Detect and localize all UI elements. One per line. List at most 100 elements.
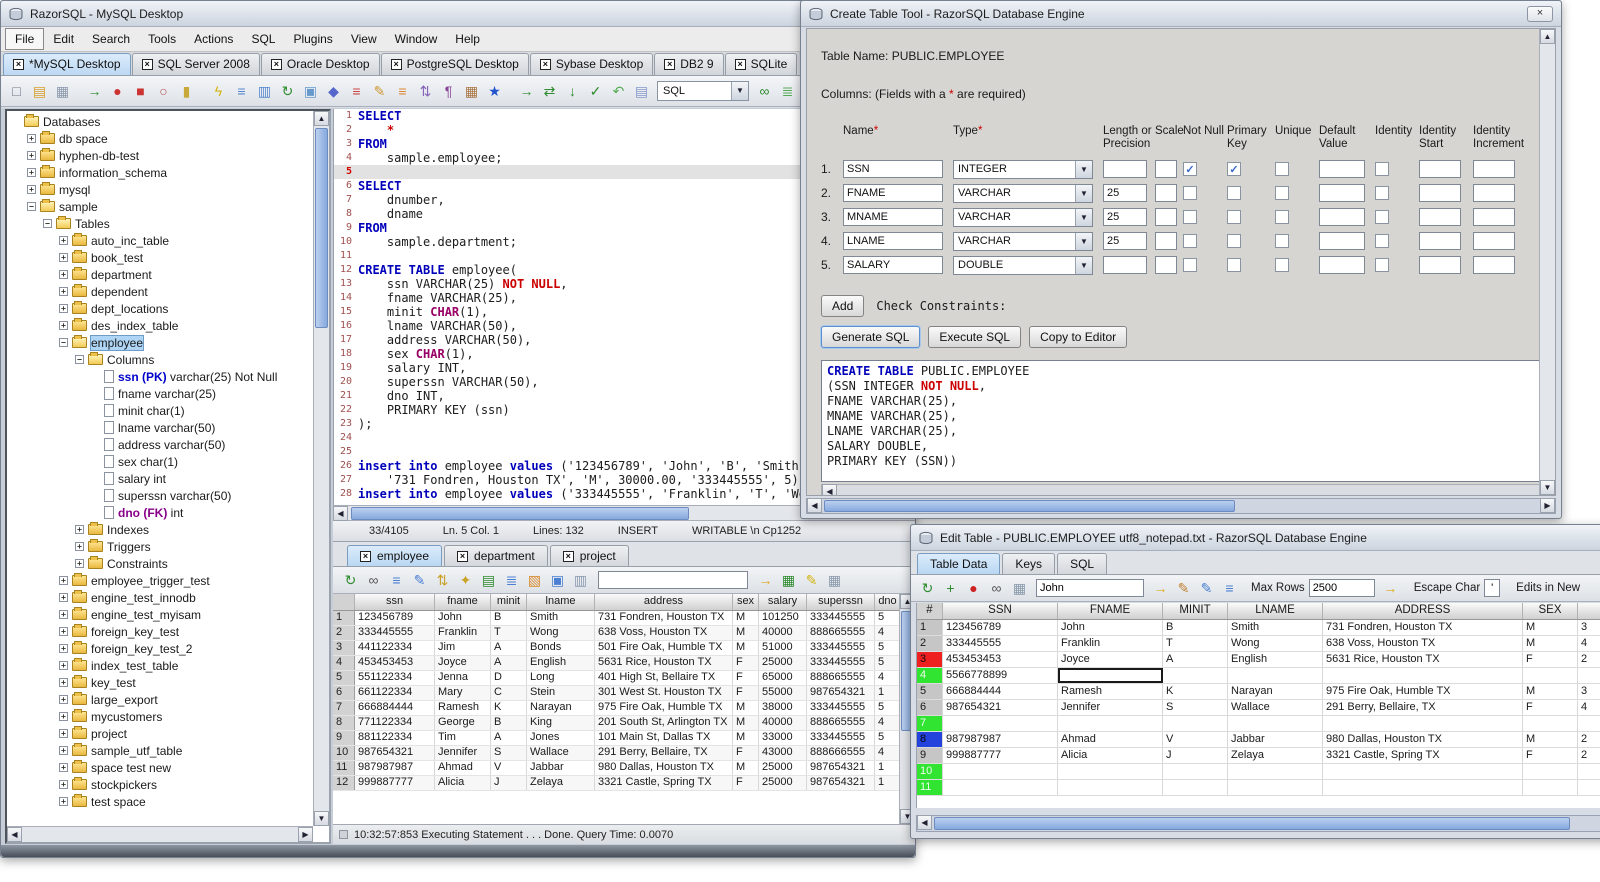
menu-tools[interactable]: Tools xyxy=(139,29,185,49)
tab-close-icon[interactable]: × xyxy=(457,550,469,562)
default-value-input[interactable] xyxy=(1319,256,1365,274)
expand-icon[interactable]: + xyxy=(59,304,68,313)
collapse-icon[interactable]: − xyxy=(27,202,36,211)
compare-tool-icon[interactable]: ◆ xyxy=(323,81,344,102)
edit-tab-sql[interactable]: SQL xyxy=(1057,553,1108,574)
table-row[interactable]: 2 333445555 Franklin T Wong 638 Voss, Houston… xyxy=(333,626,915,641)
tab-close-icon[interactable]: × xyxy=(141,58,153,70)
connection-tab-db2-9[interactable]: × DB2 9 xyxy=(654,53,724,75)
paste-rows-icon[interactable]: ▥ xyxy=(570,570,591,591)
tree-item-dno-fk-[interactable]: dno (FK) int xyxy=(7,504,313,521)
tree-item-dependent[interactable]: + dependent xyxy=(7,283,313,300)
identity-checkbox[interactable] xyxy=(1375,210,1389,224)
tab-close-icon[interactable]: × xyxy=(390,58,402,70)
column-header-partial[interactable] xyxy=(1578,603,1600,619)
generate-sql-button[interactable]: Generate SQL xyxy=(821,326,921,348)
table-row[interactable]: 5 551122334 Jenna D Long 401 High St, Bellair… xyxy=(333,671,915,686)
table-row[interactable]: 2 333445555 Franklin T Wong 638 Voss, Houston… xyxy=(917,636,1600,652)
edit-table-titlebar[interactable]: Edit Table - PUBLIC.EMPLOYEE utf8_notepa… xyxy=(911,525,1600,551)
add-row-icon[interactable]: + xyxy=(940,578,961,599)
export-results-icon[interactable]: ▤ xyxy=(478,570,499,591)
connect-icon[interactable]: → xyxy=(84,81,105,102)
table-row[interactable]: 11 xyxy=(917,780,1600,796)
tree-item-address-varchar-50-[interactable]: address varchar(50) xyxy=(7,436,313,453)
table-row[interactable]: 4 453453453 Joyce A English 5631 Rice, Housto… xyxy=(333,656,915,671)
scroll-left-icon[interactable]: ◀ xyxy=(917,815,932,830)
collapse-icon[interactable]: − xyxy=(43,219,52,228)
unique-checkbox[interactable] xyxy=(1275,186,1289,200)
tab-close-icon[interactable]: × xyxy=(360,550,371,562)
column-header-ADDRESS[interactable]: ADDRESS xyxy=(1323,603,1523,619)
tree-item-ssn-pk-[interactable]: ssn (PK) varchar(25) Not Null xyxy=(7,368,313,385)
tree-item-index_test_table[interactable]: + index_test_table xyxy=(7,657,313,674)
primary-key-checkbox[interactable] xyxy=(1227,258,1241,272)
menu-actions[interactable]: Actions xyxy=(185,29,242,49)
scroll-right-icon[interactable]: ▶ xyxy=(298,827,313,842)
tree-item-des_index_table[interactable]: + des_index_table xyxy=(7,317,313,334)
edit-horizontal-scrollbar[interactable]: ◀ xyxy=(916,815,1600,832)
table-row[interactable]: 1 123456789 John B Smith 731 Fondren, Houston… xyxy=(917,620,1600,636)
results-tab-project[interactable]: × project xyxy=(549,545,629,566)
open-file-icon[interactable]: ▤ xyxy=(29,81,50,102)
identity-start-input[interactable] xyxy=(1419,232,1461,250)
not-null-checkbox[interactable] xyxy=(1183,210,1197,224)
column-header-SEX[interactable]: SEX xyxy=(1523,603,1578,619)
tree-item-superssn-varchar-50-[interactable]: superssn varchar(50) xyxy=(7,487,313,504)
connection-tab-oracle-desktop[interactable]: × Oracle Desktop xyxy=(260,53,380,75)
expand-icon[interactable]: + xyxy=(75,525,84,534)
filter-data-icon[interactable]: ≡ xyxy=(1219,578,1240,599)
tab-close-icon[interactable]: × xyxy=(539,58,551,70)
save-grid-icon[interactable]: ▦ xyxy=(824,570,845,591)
tree-item-constraints[interactable]: + Constraints xyxy=(7,555,313,572)
expand-icon[interactable]: + xyxy=(59,661,68,670)
find-glasses-icon[interactable]: ∞ xyxy=(754,81,775,102)
expand-icon[interactable]: + xyxy=(59,236,68,245)
default-value-input[interactable] xyxy=(1319,160,1365,178)
show-list-icon[interactable]: ≣ xyxy=(777,81,798,102)
expand-icon[interactable]: + xyxy=(59,780,68,789)
dialog-vertical-scrollbar[interactable]: ▲ ▼ xyxy=(1539,29,1555,495)
dialog-horizontal-scrollbar[interactable]: ◀ ▶ xyxy=(806,498,1556,514)
tree-item-large_export[interactable]: + large_export xyxy=(7,691,313,708)
column-type-select[interactable]: INTEGER ▼ xyxy=(953,159,1093,179)
results-tab-department[interactable]: × department xyxy=(444,545,548,566)
tree-item-minit-char-1-[interactable]: minit char(1) xyxy=(7,402,313,419)
primary-key-checkbox[interactable] xyxy=(1227,186,1241,200)
table-row[interactable]: 9 881122334 Tim A Jones 101 Main St, Dallas T… xyxy=(333,731,915,746)
copy-rows-icon[interactable]: ▣ xyxy=(547,570,568,591)
save-file-icon[interactable]: ▦ xyxy=(52,81,73,102)
expand-icon[interactable]: + xyxy=(59,712,68,721)
table-row[interactable]: 12 999887777 Alicia J Zelaya 3321 Castle, Spr… xyxy=(333,776,915,791)
menu-view[interactable]: View xyxy=(342,29,386,49)
database-icon[interactable]: ▮ xyxy=(176,81,197,102)
table-row[interactable]: 8 987987987 Ahmad V Jabbar 980 Dallas, Housto… xyxy=(917,732,1600,748)
sql-preview-horizontal-scrollbar[interactable]: ◀ ▶ xyxy=(821,484,1555,495)
primary-key-checkbox[interactable]: ✓ xyxy=(1227,162,1241,176)
column-header-fname[interactable]: fname xyxy=(435,594,491,610)
connection-tab-sybase-desktop[interactable]: × Sybase Desktop xyxy=(529,53,654,75)
tree-item-book_test[interactable]: + book_test xyxy=(7,249,313,266)
table-row[interactable]: 9 999887777 Alicia J Zelaya 3321 Castle, Spri… xyxy=(917,748,1600,764)
menu-search[interactable]: Search xyxy=(83,29,139,49)
fetch-more-icon[interactable]: ↓ xyxy=(562,81,583,102)
filter-rows-icon[interactable]: ≡ xyxy=(386,570,407,591)
table-row[interactable]: 3 453453453 Joyce A English 5631 Rice, Housto… xyxy=(917,652,1600,668)
connection-tab-sql-server-2008[interactable]: × SQL Server 2008 xyxy=(131,53,260,75)
tree-item-information_schema[interactable]: + information_schema xyxy=(7,164,313,181)
tree-item-employee[interactable]: − employee xyxy=(7,334,313,351)
results-grid-header[interactable]: ssn fname minit lname address sex salary supers… xyxy=(333,594,915,611)
chevron-down-icon[interactable]: ▼ xyxy=(1075,232,1092,250)
column-header-FNAME[interactable]: FNAME xyxy=(1058,603,1163,619)
editor-scroll-thumb[interactable] xyxy=(351,507,689,520)
find-next-icon[interactable]: → xyxy=(1150,578,1171,599)
focused-cell[interactable] xyxy=(1058,668,1163,683)
edit-tab-keys[interactable]: Keys xyxy=(1002,553,1056,574)
sort-rows-icon[interactable]: ⇅ xyxy=(432,570,453,591)
chevron-down-icon[interactable]: ▼ xyxy=(1075,256,1092,274)
tree-item-space-test-new[interactable]: + space test new xyxy=(7,759,313,776)
scroll-down-icon[interactable]: ▼ xyxy=(1540,480,1555,495)
refresh-connection-icon[interactable]: ↻ xyxy=(277,81,298,102)
scroll-left-icon[interactable]: ◀ xyxy=(7,827,22,842)
favorites-star-icon[interactable]: ★ xyxy=(484,81,505,102)
identity-start-input[interactable] xyxy=(1419,208,1461,226)
